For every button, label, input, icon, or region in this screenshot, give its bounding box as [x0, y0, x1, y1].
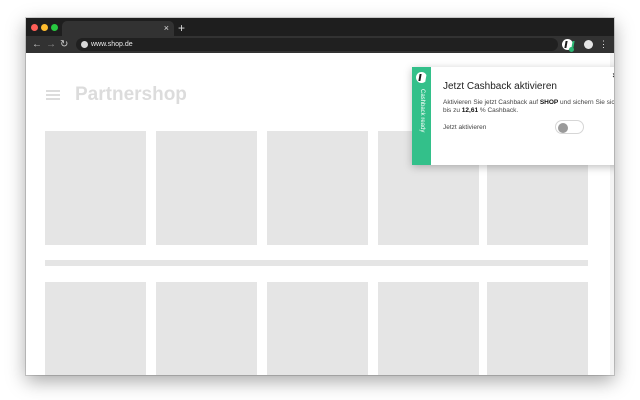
toggle-label: Jetzt aktivieren	[443, 124, 487, 131]
body-suffix: % Cashback.	[478, 107, 519, 114]
browser-toolbar: ← → ↻ www.shop.de ⋮	[26, 36, 614, 53]
popup-description: Aktivieren Sie jetzt Cashback auf SHOP u…	[443, 99, 614, 115]
url-text: www.shop.de	[91, 41, 133, 48]
address-bar[interactable]: www.shop.de	[76, 38, 558, 51]
page-title: Partnershop	[75, 84, 187, 105]
back-button[interactable]: ←	[32, 36, 42, 53]
product-tile[interactable]	[267, 282, 368, 375]
cashback-ready-label: Cashback ready	[419, 89, 425, 133]
popup-title: Jetzt Cashback aktivieren	[443, 81, 557, 92]
globe-icon	[81, 41, 88, 48]
product-tile[interactable]	[378, 282, 479, 375]
maximize-window-button[interactable]	[51, 24, 58, 31]
shop-name: SHOP	[539, 99, 559, 106]
cashback-rate: 12,61	[461, 107, 479, 114]
popup-close-button[interactable]: ×	[612, 71, 614, 80]
product-tile[interactable]	[45, 131, 146, 245]
product-tile[interactable]	[267, 131, 368, 245]
hamburger-icon[interactable]	[46, 90, 60, 100]
reload-button[interactable]: ↻	[60, 36, 68, 53]
product-tile[interactable]	[487, 282, 588, 375]
toggle-knob	[558, 122, 568, 133]
product-tile[interactable]	[156, 282, 257, 375]
close-window-button[interactable]	[31, 24, 38, 31]
browser-tab[interactable]: ×	[62, 21, 174, 36]
minimize-window-button[interactable]	[41, 24, 48, 31]
menu-icon[interactable]: ⋮	[599, 36, 608, 53]
browser-window: × + ← → ↻ www.shop.de ⋮ Partnershop Cash…	[26, 18, 614, 375]
extension-badge	[569, 47, 574, 52]
tab-close-icon[interactable]: ×	[164, 21, 169, 36]
section-divider	[45, 260, 588, 266]
popup-sidebar: Cashback ready	[412, 67, 431, 165]
extension-logo-icon	[416, 72, 427, 83]
product-tile[interactable]	[45, 282, 146, 375]
cashback-popup: Cashback ready × Jetzt Cashback aktivier…	[412, 67, 614, 165]
profile-icon[interactable]	[584, 40, 593, 49]
browser-titlebar: × +	[26, 18, 614, 36]
product-tile[interactable]	[156, 131, 257, 245]
activate-cashback-toggle[interactable]	[555, 120, 584, 134]
forward-button[interactable]: →	[46, 36, 56, 53]
body-prefix: Aktivieren Sie jetzt Cashback auf	[443, 99, 540, 106]
new-tab-button[interactable]: +	[178, 21, 185, 35]
